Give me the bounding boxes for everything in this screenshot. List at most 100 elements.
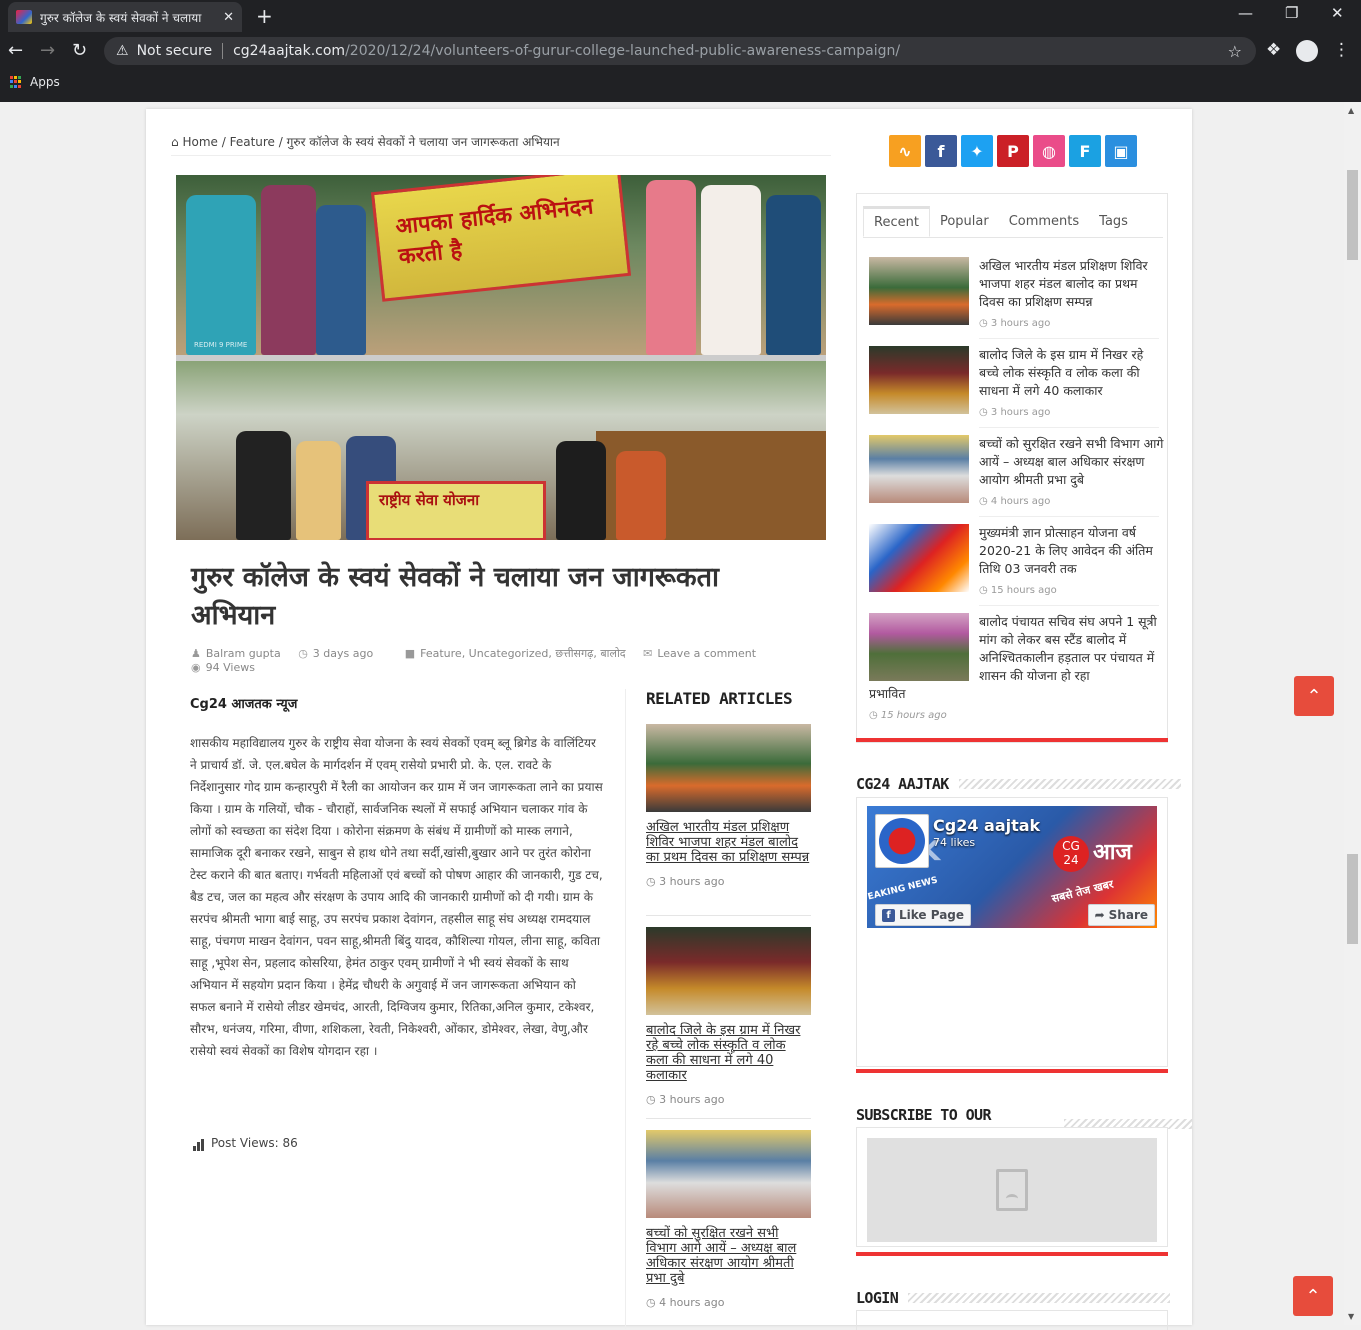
bar-chart-icon xyxy=(193,1137,205,1151)
twitter-icon[interactable]: ✦ xyxy=(961,135,993,167)
new-tab-button[interactable]: + xyxy=(256,4,273,28)
related-heading: RELATED ARTICLES xyxy=(646,689,793,708)
breadcrumb-feature-link[interactable]: Feature xyxy=(230,135,275,149)
login-widget-heading: LOGIN xyxy=(856,1289,1171,1307)
related-thumbnail[interactable] xyxy=(646,1130,811,1218)
reload-icon[interactable]: ↻ xyxy=(72,40,87,61)
recent-thumbnail[interactable] xyxy=(869,257,969,325)
not-secure-label[interactable]: Not secure xyxy=(137,43,213,59)
related-time: ◷ 3 hours ago xyxy=(646,875,725,888)
warning-icon: ⚠ xyxy=(116,43,129,59)
pinterest-icon[interactable]: P xyxy=(997,135,1029,167)
recent-title[interactable]: मुख्यमंत्री ज्ञान प्रोत्साहन योजना वर्ष … xyxy=(979,524,1164,578)
recent-title-tail[interactable]: प्रभावित xyxy=(869,685,905,702)
social-icons: ∿ f ✦ P ◍ F ▣ xyxy=(889,135,1137,167)
hero-banner-bottom: राष्ट्रीय सेवा योजना xyxy=(366,481,546,540)
browser-menu-icon[interactable]: ⋮ xyxy=(1333,40,1350,60)
recent-title[interactable]: बच्चों को सुरक्षित रखने सभी विभाग आगे आय… xyxy=(979,435,1164,489)
browser-tab[interactable]: गुरुर कॉलेज के स्वयं सेवकों ने चलाया ✕ xyxy=(8,2,242,32)
breadcrumb-home-link[interactable]: Home xyxy=(182,135,217,149)
facebook-icon: f xyxy=(882,908,895,922)
related-item[interactable]: बालोद जिले के इस ग्राम में निखर रहे बच्च… xyxy=(646,927,811,1106)
tab-popular[interactable]: Popular xyxy=(930,206,999,237)
camera-watermark: REDMI 9 PRIME xyxy=(194,341,248,349)
tab-comments[interactable]: Comments xyxy=(999,206,1089,237)
fb-likes: 74 likes xyxy=(933,836,976,849)
recent-separator xyxy=(979,338,1159,339)
restore-icon[interactable]: ❐ xyxy=(1285,4,1298,22)
tab-tags[interactable]: Tags xyxy=(1089,206,1138,237)
related-item[interactable]: बच्चों को सुरक्षित रखने सभी विभाग आगे आय… xyxy=(646,1130,811,1309)
scrollbar-thumb[interactable] xyxy=(1347,854,1358,944)
recent-title[interactable]: बालोद जिले के इस ग्राम में निखर रहे बच्च… xyxy=(979,346,1164,400)
related-thumbnail[interactable] xyxy=(646,724,811,812)
breadcrumb-separator: / xyxy=(278,135,283,149)
breadcrumb-current: गुरुर कॉलेज के स्वयं सेवकों ने चलाया जन … xyxy=(286,135,560,149)
recent-title[interactable]: बालोद पंचायत सचिव संघ अपने 1 सूत्री मांग… xyxy=(979,613,1164,685)
url-path: /2020/12/24/volunteers-of-gurur-college-… xyxy=(345,43,901,59)
breadcrumb: ⌂ Home / Feature / गुरुर कॉलेज के स्वयं … xyxy=(171,133,831,156)
scroll-down-arrow-icon[interactable]: ▼ xyxy=(1348,1312,1354,1321)
related-thumbnail[interactable] xyxy=(646,927,811,1015)
tabbed-widget: Recent Popular Comments Tags अखिल भारतीय… xyxy=(856,193,1168,743)
leave-comment-link[interactable]: Leave a comment xyxy=(657,647,756,660)
widget-accent-line xyxy=(856,738,1168,742)
related-item[interactable]: अखिल भारतीय मंडल प्रशिक्षण शिविर भाजपा श… xyxy=(646,724,811,888)
breadcrumb-divider xyxy=(171,155,831,156)
fb-page-logo[interactable] xyxy=(875,814,929,868)
login-widget xyxy=(856,1310,1168,1330)
youtube-embed-placeholder[interactable] xyxy=(867,1138,1157,1242)
profile-avatar-icon[interactable] xyxy=(1296,40,1318,62)
post-date: 3 days ago xyxy=(312,647,374,660)
fb-widget-heading: CG24 AAJTAK xyxy=(856,775,1181,793)
fb-share-button[interactable]: ➦ Share xyxy=(1087,904,1155,926)
recent-title[interactable]: अखिल भारतीय मंडल प्रशिक्षण शिविर भाजपा श… xyxy=(979,257,1164,311)
fb-cover-image[interactable]: AK CG24 आज EAKING NEWS सबसे तेज खबर Cg24… xyxy=(867,806,1157,928)
dribbble-icon[interactable]: ◍ xyxy=(1033,135,1065,167)
back-icon[interactable]: ← xyxy=(8,40,23,61)
hero-banner-top-text: आपका हार्दिक अभिनंदन करती है xyxy=(394,194,595,270)
extensions-icon[interactable]: ❖ xyxy=(1266,40,1281,60)
related-title[interactable]: अखिल भारतीय मंडल प्रशिक्षण शिविर भाजपा श… xyxy=(646,820,811,865)
author-link[interactable]: Balram gupta xyxy=(206,647,281,660)
bookmark-star-icon[interactable]: ☆ xyxy=(1228,42,1242,61)
widget-accent-line xyxy=(856,1069,1168,1073)
recent-thumbnail[interactable] xyxy=(869,524,969,592)
related-title[interactable]: बालोद जिले के इस ग्राम में निखर रहे बच्च… xyxy=(646,1023,811,1083)
recent-time: ◷ 15 hours ago xyxy=(869,710,947,721)
scroll-to-top-button[interactable]: ⌃ xyxy=(1293,1276,1333,1316)
address-bar[interactable]: ⚠ Not secure cg24aajtak.com/2020/12/24/v… xyxy=(104,37,1256,65)
rss-icon[interactable]: ∿ xyxy=(889,135,921,167)
scroll-up-arrow-icon[interactable]: ▲ xyxy=(1348,106,1354,115)
facebook-icon[interactable]: f xyxy=(925,135,957,167)
forward-icon[interactable]: → xyxy=(40,40,55,61)
folder-icon: ■ xyxy=(404,647,416,660)
scroll-to-top-button[interactable]: ⌃ xyxy=(1294,676,1334,716)
author-icon: ♟ xyxy=(191,647,201,660)
instagram-icon[interactable]: ▣ xyxy=(1105,135,1137,167)
fb-page-name[interactable]: Cg24 aajtak xyxy=(933,816,1040,835)
window-close-icon[interactable]: ✕ xyxy=(1331,4,1344,22)
recent-thumbnail[interactable] xyxy=(869,346,969,414)
hero-banner-bottom-text: राष्ट्रीय सेवा योजना xyxy=(379,491,480,509)
recent-thumbnail[interactable] xyxy=(869,613,969,681)
minimize-icon[interactable]: — xyxy=(1238,4,1253,22)
recent-thumbnail[interactable] xyxy=(869,435,969,503)
related-title[interactable]: बच्चों को सुरक्षित रखने सभी विभाग आगे आय… xyxy=(646,1226,811,1286)
post-views-text: Post Views: 86 xyxy=(211,1136,298,1150)
foursquare-icon[interactable]: F xyxy=(1069,135,1101,167)
recent-time: ◷ 4 hours ago xyxy=(979,496,1051,507)
page-scrollbar[interactable]: ▲ ▼ xyxy=(1344,102,1361,1325)
tab-close-icon[interactable]: ✕ xyxy=(223,10,234,25)
fb-like-page-button[interactable]: f Like Page xyxy=(875,904,972,926)
eye-icon: ◉ xyxy=(191,661,201,674)
related-separator xyxy=(646,915,811,916)
category-links[interactable]: Feature, Uncategorized, छत्तीसगढ़, बालोद xyxy=(420,647,626,660)
apps-link[interactable]: Apps xyxy=(30,75,60,89)
article-meta: ♟ Balram gupta ◷ 3 days ago ■ Feature, Unca… xyxy=(191,647,831,675)
widget-tabs-row: Recent Popular Comments Tags xyxy=(863,206,1163,238)
hero-banner-top: आपका हार्दिक अभिनंदन करती है xyxy=(370,175,632,302)
share-icon: ➦ xyxy=(1094,908,1105,922)
tab-recent[interactable]: Recent xyxy=(863,206,930,237)
scrollbar-thumb[interactable] xyxy=(1347,170,1358,260)
